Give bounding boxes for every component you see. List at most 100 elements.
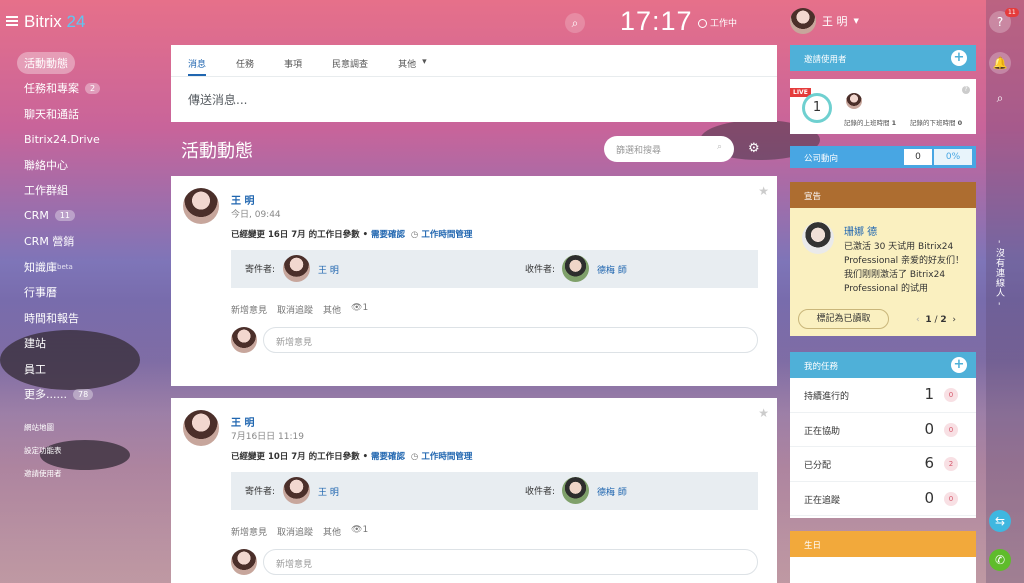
menu-link[interactable]: 網站地圖 xyxy=(24,422,62,445)
birthday-widget: 生日 xyxy=(790,531,976,583)
invite-widget[interactable]: 邀請使用者 + xyxy=(790,45,976,71)
composer-tab[interactable]: 民意調查 xyxy=(332,57,368,76)
live-counter[interactable]: 1 xyxy=(802,93,832,123)
task-row[interactable]: 正在協助 0 0 xyxy=(790,413,976,447)
comment-input[interactable]: 新增意見 xyxy=(263,549,758,575)
star-icon[interactable]: ★ xyxy=(758,406,769,420)
unfollow-button[interactable]: 取消追蹤 xyxy=(277,525,313,538)
comment-button[interactable]: 新增意見 xyxy=(231,525,267,538)
post-date[interactable]: 今日, 09:44 xyxy=(231,207,281,220)
pulse-percent: 0% xyxy=(934,149,972,165)
menu-item[interactable]: 知識庫 beta xyxy=(12,254,162,280)
clock-icon: ◷ xyxy=(410,230,419,240)
post-message: 已經變更 16日 7月 的工作日參數 • 需要確認 ◷ 工作時間管理 xyxy=(231,230,473,240)
menu-link[interactable]: 設定功能表 xyxy=(24,445,62,468)
composer-tab[interactable]: 任務 xyxy=(236,57,254,76)
menu-item-label: 行事曆 xyxy=(24,286,57,300)
avatar xyxy=(562,477,589,504)
next-icon[interactable]: › xyxy=(952,315,956,325)
clock-icon: ◷ xyxy=(410,452,419,462)
menu-item-label: 更多...... xyxy=(24,388,67,402)
menu-item[interactable]: 行事曆 xyxy=(12,280,162,306)
mark-read-button[interactable]: 標記為已讀取 xyxy=(798,309,889,329)
task-row[interactable]: 持續進行的 1 0 xyxy=(790,378,976,413)
task-row[interactable]: 已分配 6 2 xyxy=(790,447,976,482)
post-author[interactable]: 王 明 xyxy=(231,414,254,429)
more-button[interactable]: 其他 xyxy=(323,525,341,538)
bell-icon[interactable]: 🔔 xyxy=(989,52,1011,74)
menu-item-label: 聯絡中心 xyxy=(24,158,68,172)
prev-icon[interactable]: ‹ xyxy=(916,315,920,325)
menu-item[interactable]: 工作群組 xyxy=(12,178,162,204)
views-count: 👁1 xyxy=(351,303,369,313)
menu-item-label: 活動動態 xyxy=(17,51,75,74)
work-status[interactable]: 工作中 xyxy=(698,16,737,29)
menu-item[interactable]: CRM 營銷 xyxy=(12,229,162,255)
avatar[interactable] xyxy=(183,188,219,224)
task-count: 0 xyxy=(924,488,934,507)
receiver-name[interactable]: 德梅 師 xyxy=(597,485,627,498)
phone-transfer-icon[interactable]: ⇆ xyxy=(989,510,1011,532)
confirm-link[interactable]: 需要確認 xyxy=(371,452,405,462)
menu-toggle-icon[interactable] xyxy=(6,16,18,26)
menu-item[interactable]: 聯絡中心 xyxy=(12,152,162,178)
app-logo[interactable]: Bitrix 24 xyxy=(24,12,85,32)
timeman-link[interactable]: 工作時間管理 xyxy=(421,230,472,240)
plus-icon[interactable]: + xyxy=(951,357,967,373)
menu-item[interactable]: CRM 11 xyxy=(12,203,162,229)
menu-item-label: 任務和專案 xyxy=(24,82,79,96)
plus-icon[interactable]: + xyxy=(951,50,967,66)
post-date[interactable]: 7月16日日 11:19 xyxy=(231,429,304,442)
composer-tab[interactable]: 其他 xyxy=(398,57,416,76)
avatar xyxy=(283,477,310,504)
task-row[interactable]: 正在追蹤 0 0 xyxy=(790,482,976,516)
menu-footer: 網站地圖 設定功能表 邀請使用者 xyxy=(24,422,62,491)
confirm-link[interactable]: 需要確認 xyxy=(371,230,405,240)
search-icon[interactable]: ⌕ xyxy=(565,13,585,33)
task-badge: 0 xyxy=(944,491,958,506)
menu-item[interactable]: 活動動態 xyxy=(12,50,162,76)
sender-name[interactable]: 王 明 xyxy=(318,485,339,498)
page-total: 2 xyxy=(940,315,947,325)
composer-tab[interactable]: 消息 xyxy=(188,57,207,76)
search-icon: ⌕ xyxy=(716,142,722,152)
task-badge: 0 xyxy=(944,422,958,437)
menu-item[interactable]: 聊天和通話 xyxy=(12,101,162,127)
timeman-link[interactable]: 工作時間管理 xyxy=(421,452,472,462)
user-menu[interactable]: 王 明 ▼ xyxy=(790,8,859,34)
search-icon[interactable]: ⌕ xyxy=(989,87,1011,109)
call-icon[interactable]: ✆ xyxy=(989,549,1011,571)
chevron-down-icon: ▾ xyxy=(422,57,427,67)
composer-tab[interactable]: 事項 xyxy=(284,57,302,76)
menu-item[interactable]: Bitrix24.Drive xyxy=(12,127,162,153)
company-pulse[interactable]: 公司動向 0 0% xyxy=(790,146,976,168)
filter-search-input[interactable]: 篩選和搜尋 ⌕ xyxy=(604,136,734,162)
comment-button[interactable]: 新增意見 xyxy=(231,303,267,316)
menu-item[interactable]: 任務和專案 2 xyxy=(12,76,162,102)
message-input[interactable]: 傳送消息... xyxy=(171,77,777,122)
menu-item[interactable]: 時間和報告 xyxy=(12,305,162,331)
avatar xyxy=(231,327,257,353)
menu-item-label: 知識庫 xyxy=(24,260,57,274)
gear-icon[interactable]: ⚙ xyxy=(748,141,760,156)
avatar[interactable] xyxy=(183,410,219,446)
post-detail: 寄件者: 王 明 收件者: 德梅 師 xyxy=(231,250,758,288)
menu-item[interactable]: 建站 xyxy=(12,331,162,357)
more-button[interactable]: 其他 xyxy=(323,303,341,316)
unfollow-button[interactable]: 取消追蹤 xyxy=(277,303,313,316)
help-icon[interactable]: ? xyxy=(962,86,970,94)
avatar xyxy=(790,8,816,34)
sender-name[interactable]: 王 明 xyxy=(318,263,339,276)
announcement-author[interactable]: 珊娜 德 xyxy=(844,223,877,238)
left-menu: 活動動態 任務和專案 2 聊天和通話 Bitrix24.Drive 聯絡中心 工作群組 CRM… xyxy=(12,50,162,407)
comment-input[interactable]: 新增意見 xyxy=(263,327,758,353)
menu-item[interactable]: 更多...... 78 xyxy=(12,382,162,408)
menu-item[interactable]: 員工 xyxy=(12,356,162,382)
menu-link[interactable]: 邀請使用者 xyxy=(24,468,62,491)
clock[interactable]: 17:17 xyxy=(620,6,693,37)
post-author[interactable]: 王 明 xyxy=(231,192,254,207)
star-icon[interactable]: ★ xyxy=(758,184,769,198)
receiver-name[interactable]: 德梅 師 xyxy=(597,263,627,276)
menu-item-label: 時間和報告 xyxy=(24,311,79,325)
menu-item-label: CRM 營銷 xyxy=(24,235,75,249)
